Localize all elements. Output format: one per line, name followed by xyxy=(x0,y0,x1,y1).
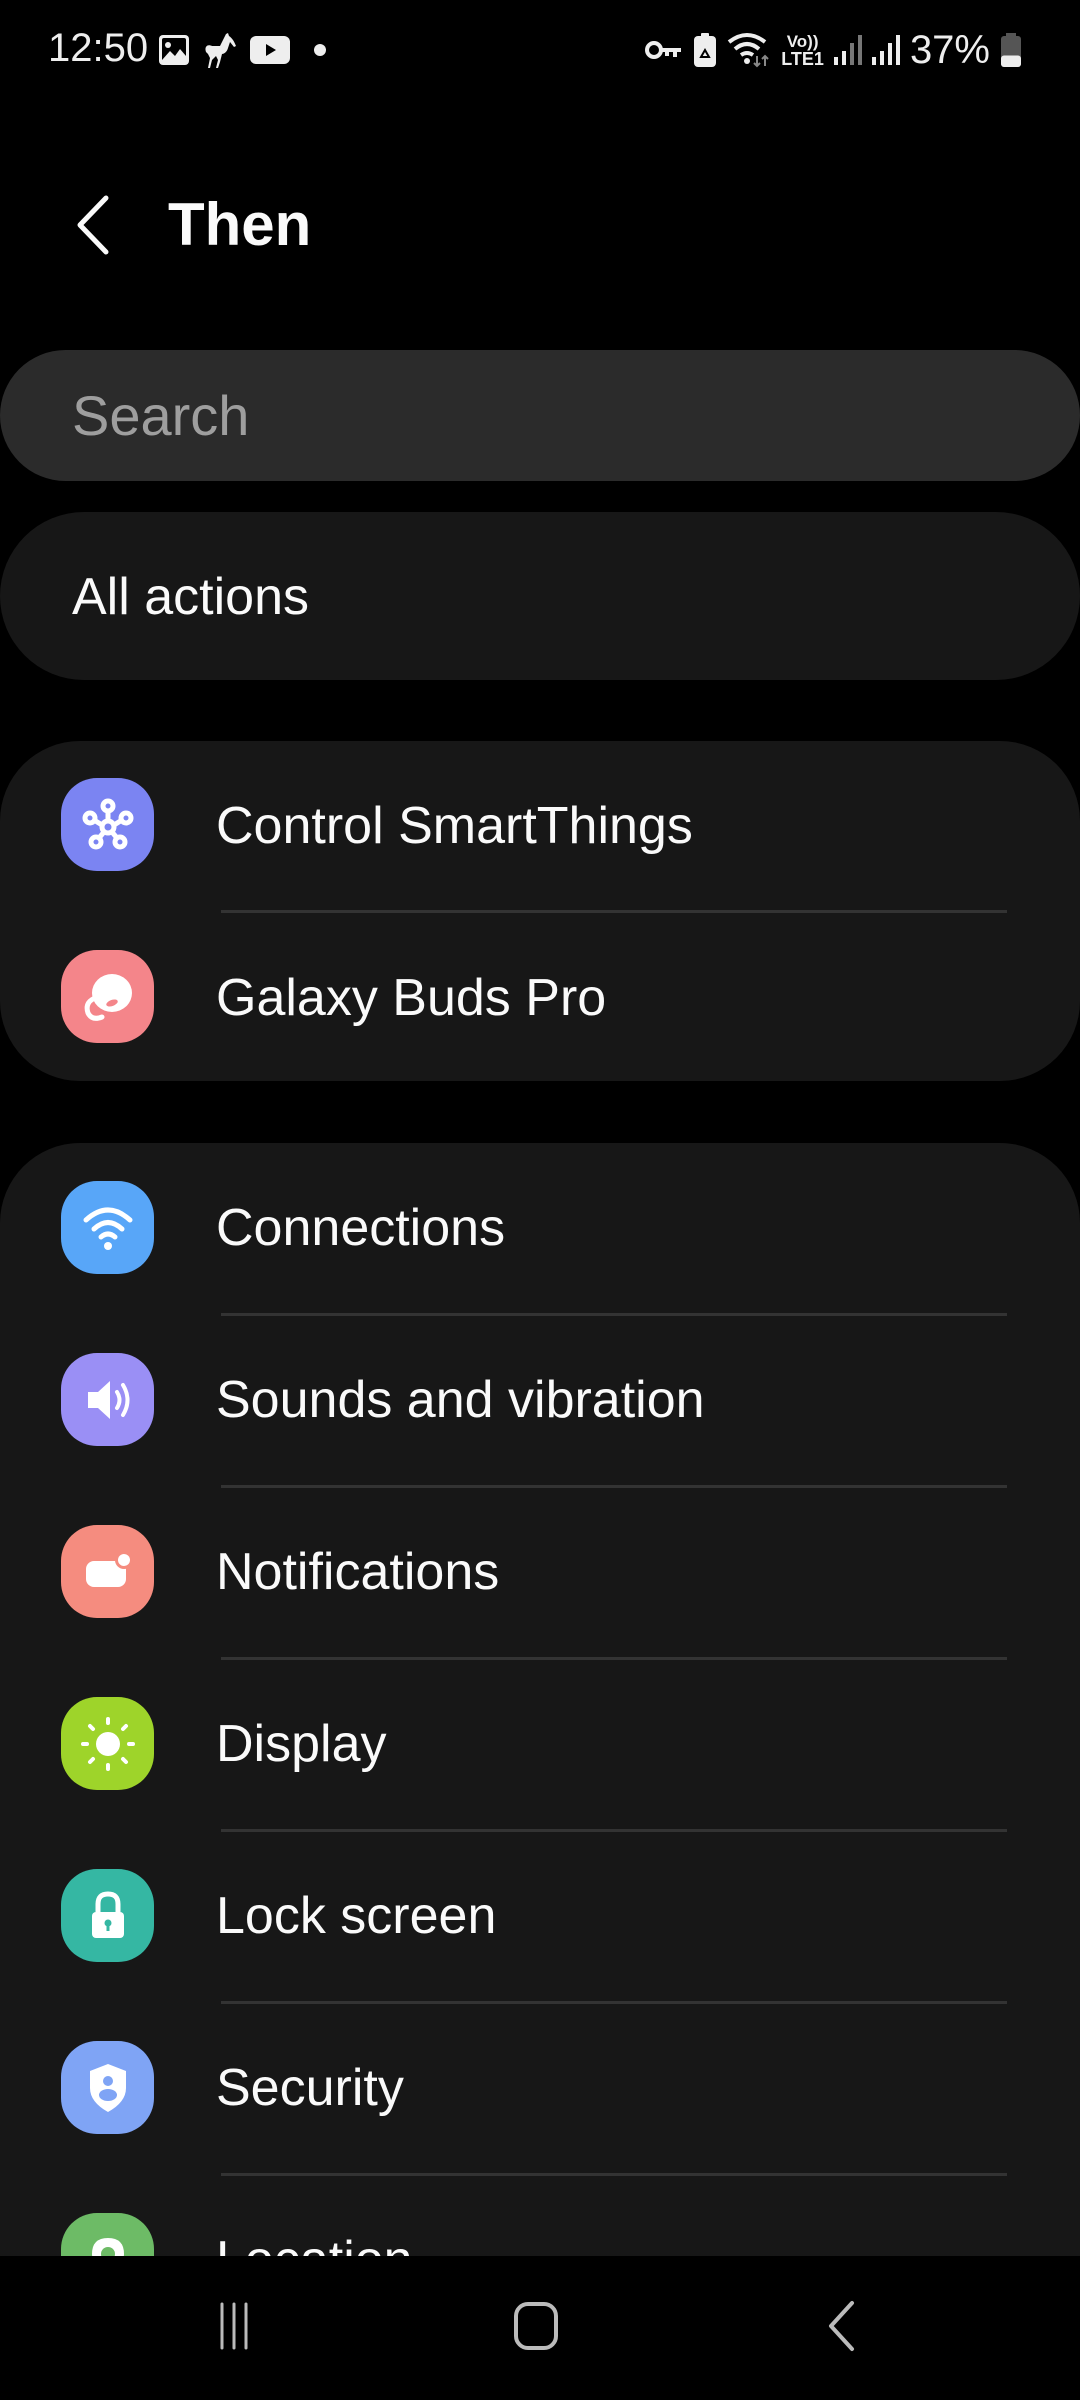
list-item-label: Connections xyxy=(216,1199,506,1257)
home-icon xyxy=(514,2302,558,2350)
list-item-galaxy-buds-pro[interactable]: Galaxy Buds Pro xyxy=(0,913,1080,1081)
quick-actions-card: Control SmartThings Galaxy Buds Pro xyxy=(0,741,1080,1081)
lock-icon xyxy=(61,1869,154,1962)
nav-back-button[interactable] xyxy=(790,2286,890,2366)
battery-percent: 37% xyxy=(909,27,990,72)
list-item-notifications[interactable]: Notifications xyxy=(0,1487,1080,1659)
home-button[interactable] xyxy=(486,2286,586,2366)
list-item-label: Security xyxy=(216,2059,404,2117)
list-item-label: Notifications xyxy=(216,1543,500,1601)
back-icon xyxy=(829,2301,854,2351)
sun-icon xyxy=(61,1697,154,1790)
settings-card: Connections Sounds and vibration Notific… xyxy=(0,1143,1080,2343)
youtube-icon xyxy=(250,35,290,65)
list-item-label: Control SmartThings xyxy=(216,797,693,855)
signal-sim1-icon xyxy=(833,35,862,65)
list-item-lock-screen[interactable]: Lock screen xyxy=(0,1831,1080,2003)
earbud-icon xyxy=(61,950,154,1043)
list-item-label: Display xyxy=(216,1715,387,1773)
status-time: 12:50 xyxy=(48,26,149,70)
list-item-label: Galaxy Buds Pro xyxy=(216,969,607,1027)
navigation-bar xyxy=(0,2256,1080,2400)
recents-button[interactable] xyxy=(184,2286,284,2366)
list-item-control-smartthings[interactable]: Control SmartThings xyxy=(0,741,1080,913)
notification-dot-icon xyxy=(314,44,326,56)
search-input[interactable] xyxy=(72,350,972,481)
chevron-left-icon xyxy=(77,195,109,255)
list-item-label: Lock screen xyxy=(216,1887,497,1945)
status-bar: 12:50 Vo)) LTE1 37% xyxy=(0,0,1080,100)
recents-icon xyxy=(220,2302,248,2350)
wifi-icon xyxy=(727,32,771,68)
list-item-security[interactable]: Security xyxy=(0,2003,1080,2175)
signal-sim2-icon xyxy=(871,35,900,65)
vpn-key-icon xyxy=(645,38,683,62)
list-item-connections[interactable]: Connections xyxy=(0,1143,1080,1315)
status-right-icons: Vo)) LTE1 37% xyxy=(645,26,1022,74)
wifi-icon xyxy=(61,1181,154,1274)
gallery-icon xyxy=(158,34,190,66)
page-title: Then xyxy=(168,191,312,258)
search-bar[interactable] xyxy=(0,350,1080,481)
volte-lte1-icon: Vo)) LTE1 xyxy=(781,31,824,69)
app-header: Then xyxy=(0,160,1080,290)
list-item-display[interactable]: Display xyxy=(0,1659,1080,1831)
smartthings-icon xyxy=(61,778,154,871)
notification-icon xyxy=(61,1525,154,1618)
all-actions-button[interactable]: All actions xyxy=(0,512,1080,680)
horse-app-icon xyxy=(200,30,240,70)
all-actions-label: All actions xyxy=(72,568,309,626)
list-item-sounds-and-vibration[interactable]: Sounds and vibration xyxy=(0,1315,1080,1487)
list-item-label: Sounds and vibration xyxy=(216,1371,705,1429)
back-button[interactable] xyxy=(60,190,130,260)
battery-saver-icon xyxy=(693,33,717,67)
speaker-icon xyxy=(61,1353,154,1446)
battery-icon xyxy=(1000,33,1022,67)
shield-user-icon xyxy=(61,2041,154,2134)
status-left-icons xyxy=(158,30,326,70)
